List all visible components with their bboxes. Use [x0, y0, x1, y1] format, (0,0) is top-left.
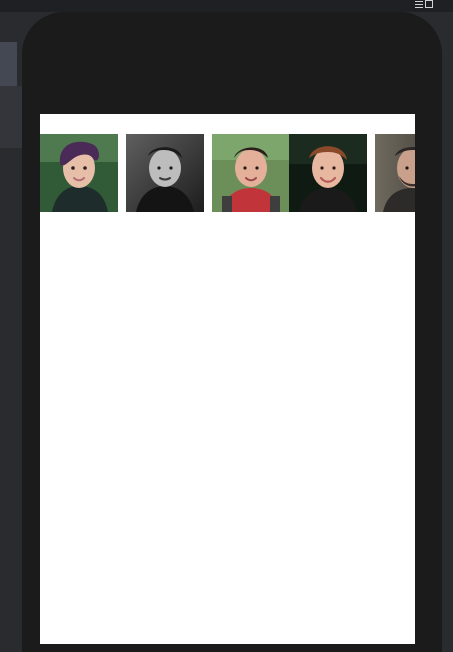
profile-photo-2[interactable]	[126, 134, 204, 212]
device-frame	[22, 12, 442, 652]
sidebar-selected-item[interactable]	[0, 42, 17, 86]
profile-photo-4[interactable]	[289, 134, 367, 212]
man-smiling-portrait-icon	[289, 134, 367, 212]
man-redshirt-portrait-icon	[212, 134, 290, 212]
profile-photo-5[interactable]	[375, 134, 415, 212]
woman-portrait-icon	[40, 134, 118, 212]
profile-photo-1[interactable]	[40, 134, 118, 212]
top-window-bar	[0, 0, 453, 12]
menu-lines-icon[interactable]	[415, 0, 423, 8]
window-square-icon[interactable]	[425, 0, 433, 8]
left-sidebar	[0, 12, 22, 628]
man-beard-portrait-icon	[375, 134, 415, 212]
app-screen	[40, 114, 415, 644]
window-actions	[415, 0, 433, 12]
man-bw-portrait-icon	[126, 134, 204, 212]
sidebar-item[interactable]	[0, 86, 22, 148]
profile-photo-3[interactable]	[212, 134, 290, 212]
photo-gallery-row	[40, 134, 415, 212]
